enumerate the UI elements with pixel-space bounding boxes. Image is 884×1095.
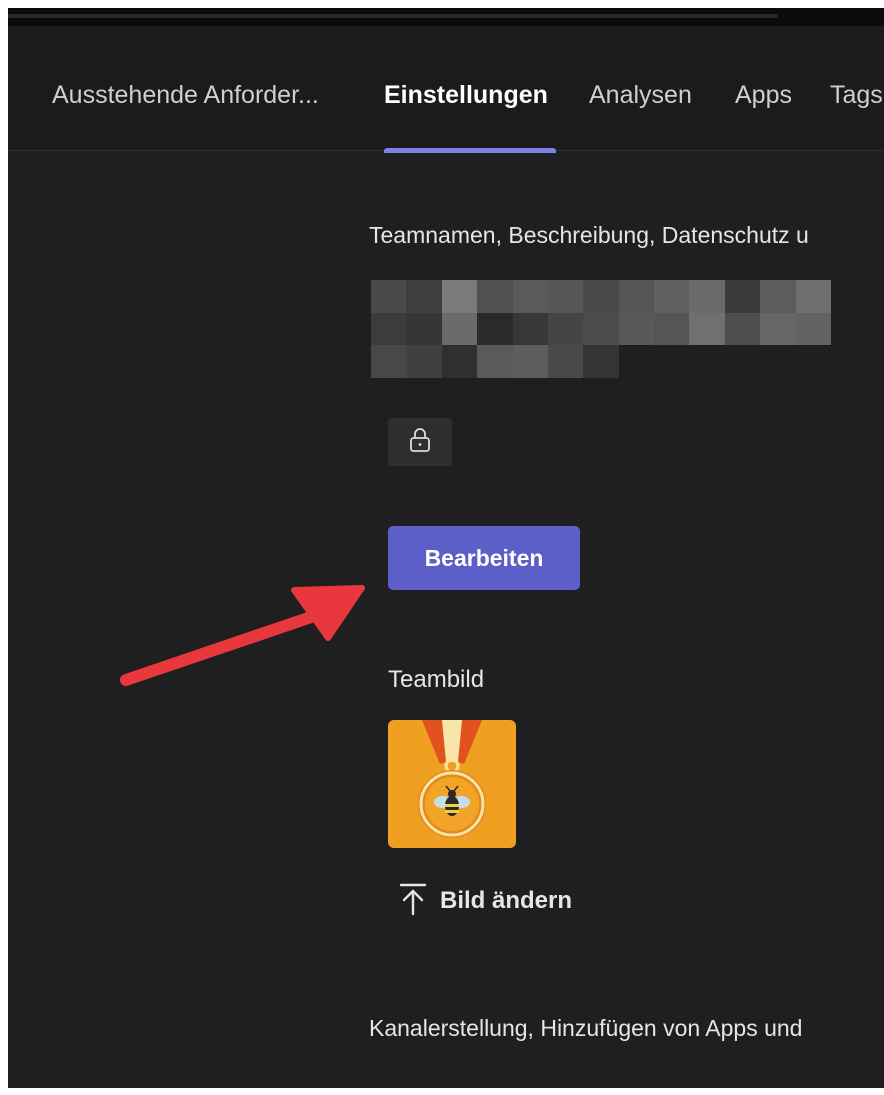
lock-icon [409, 427, 431, 458]
team-tab-bar: r Ausstehende Anforder... Einstellungen … [8, 26, 884, 153]
top-strip-line [8, 14, 778, 18]
team-info-description: Teamnamen, Beschreibung, Datenschutz u [369, 222, 809, 248]
change-picture-button[interactable]: Bild ändern [398, 878, 572, 924]
privacy-badge [388, 418, 452, 466]
tab-tags[interactable]: Tags [830, 81, 883, 110]
redacted-team-name [371, 280, 831, 378]
tab-pending-requests[interactable]: Ausstehende Anforder... [52, 81, 319, 110]
tab-analytics[interactable]: Analysen [589, 81, 692, 110]
member-permissions-description: Kanalerstellung, Hinzufügen von Apps und [369, 1015, 803, 1041]
tab-apps[interactable]: Apps [735, 81, 792, 110]
window-top-strip [8, 8, 884, 26]
teams-window: r Ausstehende Anforder... Einstellungen … [8, 8, 884, 1088]
edit-button[interactable]: Bearbeiten [388, 526, 580, 590]
tab-settings[interactable]: Einstellungen [384, 81, 548, 110]
upload-arrow-icon [398, 882, 428, 921]
team-picture-label: Teambild [388, 666, 485, 693]
active-tab-indicator [384, 148, 556, 153]
team-picture [388, 720, 516, 848]
change-picture-label: Bild ändern [440, 887, 573, 914]
